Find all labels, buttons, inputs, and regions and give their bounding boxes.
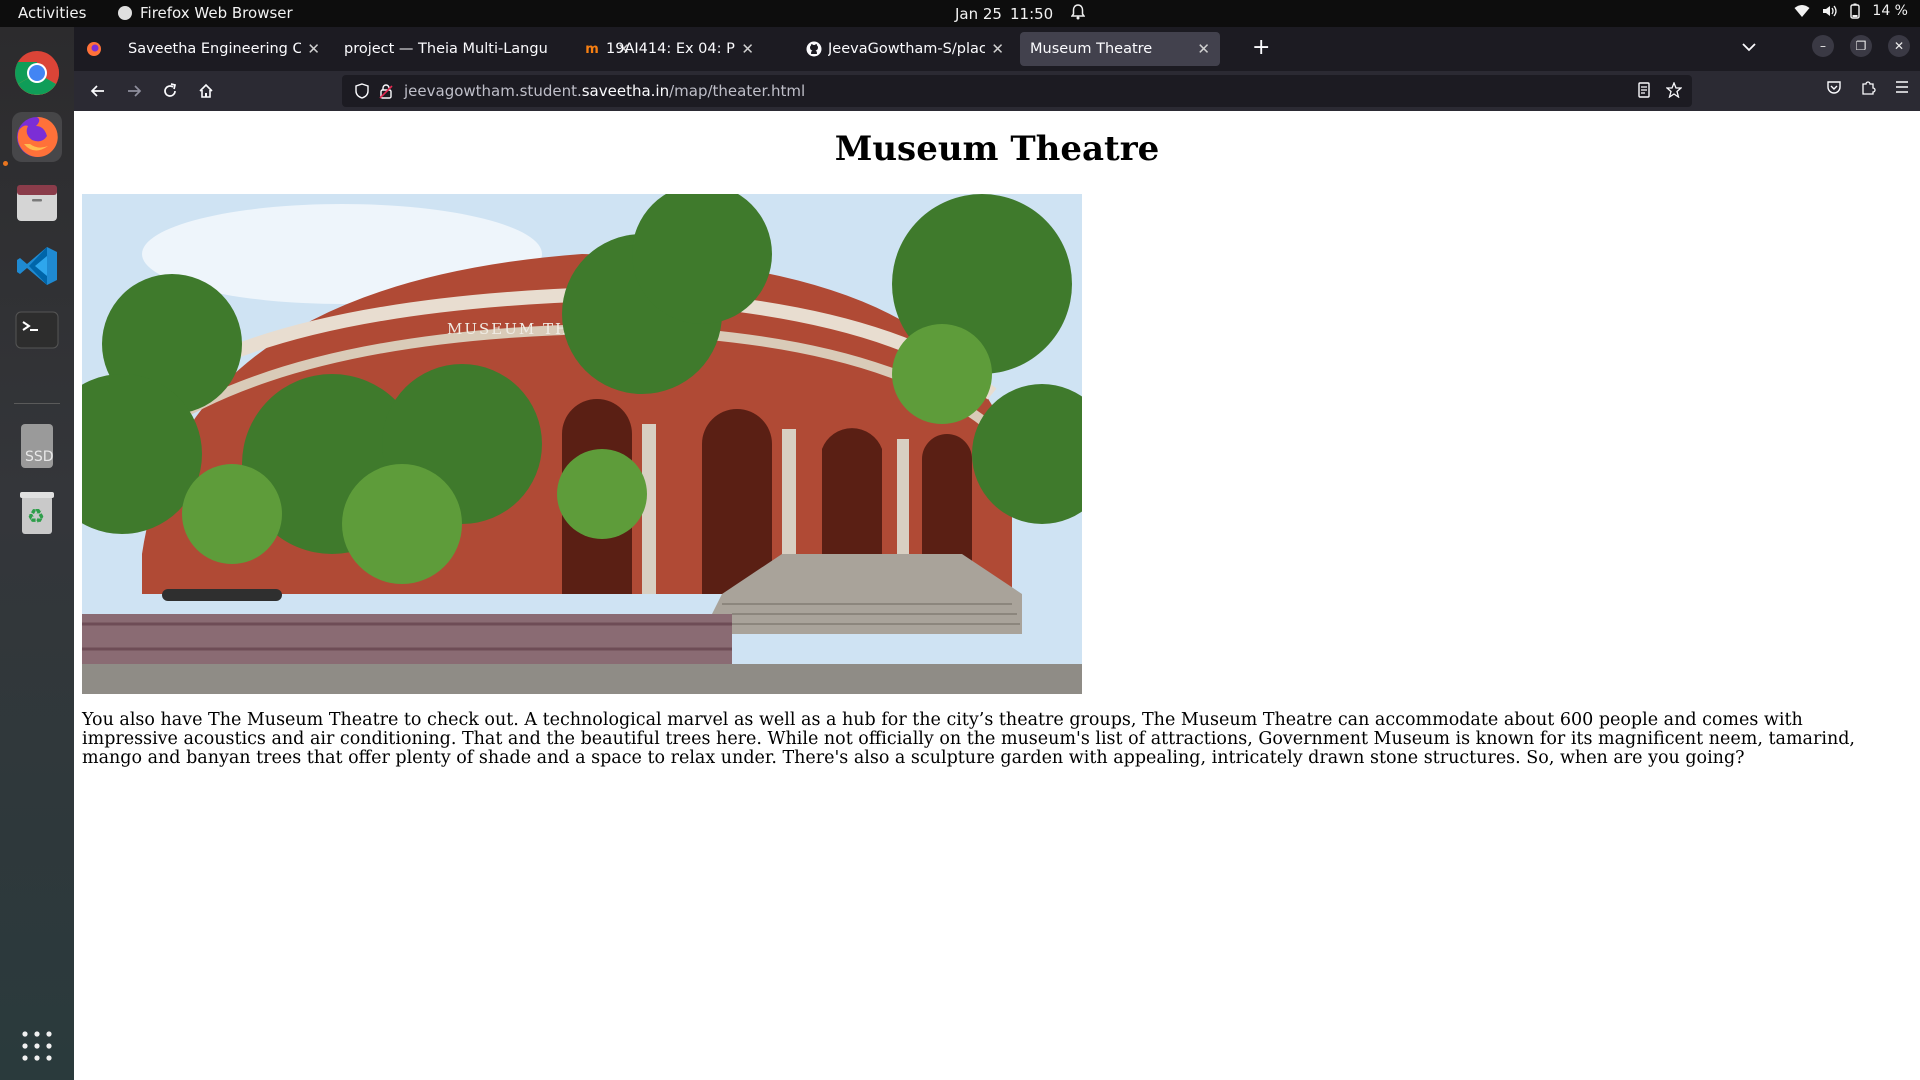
firefox-mini-icon bbox=[118, 6, 132, 20]
battery-percent: 14 % bbox=[1872, 3, 1908, 19]
bookmark-star-icon[interactable] bbox=[1665, 81, 1683, 102]
ssd-icon[interactable]: SSD bbox=[12, 421, 62, 471]
app-menu[interactable]: Firefox Web Browser bbox=[118, 4, 293, 22]
activities-button[interactable]: Activities bbox=[18, 4, 86, 22]
system-top-bar: Activities Firefox Web Browser Jan 25 11… bbox=[0, 0, 1920, 27]
clock-date: Jan 25 bbox=[955, 5, 1002, 23]
shield-icon[interactable] bbox=[350, 83, 374, 99]
firefox-icon[interactable] bbox=[12, 112, 62, 162]
reader-view-icon[interactable] bbox=[1636, 82, 1652, 102]
home-button[interactable] bbox=[194, 79, 218, 103]
chrome-icon[interactable] bbox=[12, 48, 62, 98]
clock-time: 11:50 bbox=[1009, 5, 1054, 23]
back-button[interactable] bbox=[86, 79, 110, 103]
close-icon[interactable]: ✕ bbox=[1197, 40, 1210, 58]
files-icon[interactable] bbox=[12, 178, 62, 228]
tab-saveetha[interactable]: Saveetha Engineering Colleg ✕ bbox=[118, 32, 330, 66]
new-tab-button[interactable]: + bbox=[1252, 35, 1270, 60]
terminal-icon[interactable] bbox=[12, 305, 62, 355]
tab-label: Saveetha Engineering Colleg bbox=[128, 41, 302, 57]
close-icon[interactable]: ✕ bbox=[991, 40, 1004, 58]
extensions-icon[interactable] bbox=[1860, 79, 1876, 99]
tab-museum-theatre[interactable]: Museum Theatre ✕ bbox=[1020, 32, 1220, 66]
system-tray[interactable]: 14 % bbox=[1794, 3, 1908, 19]
url-actions bbox=[1636, 81, 1683, 102]
close-icon[interactable]: ✕ bbox=[741, 40, 754, 58]
tab-label: Museum Theatre bbox=[1030, 41, 1153, 57]
url-text: jeevagowtham.student.saveetha.in/map/the… bbox=[404, 82, 805, 100]
reload-button[interactable] bbox=[158, 79, 182, 103]
firefox-view-icon[interactable] bbox=[86, 41, 102, 61]
url-prefix: jeevagowtham.student. bbox=[404, 82, 582, 100]
tab-bar: Saveetha Engineering Colleg ✕ project — … bbox=[74, 27, 1920, 71]
clock[interactable]: Jan 25 11:50 bbox=[955, 4, 1086, 24]
toolbar-right bbox=[1826, 79, 1910, 99]
address-bar[interactable]: jeevagowtham.student.saveetha.in/map/the… bbox=[342, 75, 1692, 107]
forward-button[interactable] bbox=[122, 79, 146, 103]
tab-github[interactable]: JeevaGowtham-S/places- ✕ bbox=[796, 32, 1014, 66]
bell-icon bbox=[1070, 4, 1086, 24]
page-content: Museum Theatre MUSEUM THEATRE You also h… bbox=[74, 111, 1920, 1080]
museum-theatre-photo: MUSEUM THEATRE bbox=[82, 194, 1082, 694]
url-path: /map/theater.html bbox=[669, 82, 806, 100]
hamburger-menu-icon[interactable] bbox=[1894, 79, 1910, 99]
volume-icon bbox=[1822, 4, 1838, 18]
github-icon bbox=[806, 41, 822, 57]
moodle-icon: m bbox=[585, 41, 599, 57]
tab-label: JeevaGowtham-S/places- bbox=[828, 41, 986, 57]
pocket-icon[interactable] bbox=[1826, 79, 1842, 99]
dock: SSD ♻ bbox=[0, 27, 75, 1080]
lock-icon[interactable] bbox=[374, 83, 398, 99]
tab-label: project — Theia Multi-Langu bbox=[344, 41, 548, 57]
trash-icon[interactable]: ♻ bbox=[12, 488, 62, 538]
tab-label: 19AI414: Ex 04: Places Ar bbox=[606, 41, 735, 57]
page-title: Museum Theatre bbox=[834, 129, 1160, 169]
wifi-icon bbox=[1794, 4, 1810, 18]
close-icon[interactable]: ✕ bbox=[307, 40, 320, 58]
tab-19ai414[interactable]: m 19AI414: Ex 04: Places Ar ✕ bbox=[574, 32, 764, 66]
svg-text:SSD: SSD bbox=[25, 449, 54, 465]
description-paragraph: You also have The Museum Theatre to chec… bbox=[82, 710, 1855, 768]
minimize-button[interactable]: – bbox=[1812, 35, 1834, 57]
battery-icon bbox=[1850, 3, 1861, 19]
list-all-tabs-icon[interactable] bbox=[1742, 37, 1756, 56]
maximize-button[interactable]: ❐ bbox=[1850, 35, 1872, 57]
browser-window: Saveetha Engineering Colleg ✕ project — … bbox=[74, 27, 1920, 1080]
svg-text:♻: ♻ bbox=[27, 504, 45, 528]
app-name: Firefox Web Browser bbox=[140, 4, 293, 22]
close-window-button[interactable]: ✕ bbox=[1888, 35, 1910, 57]
app-grid-icon[interactable] bbox=[12, 1021, 62, 1071]
navigation-toolbar: jeevagowtham.student.saveetha.in/map/the… bbox=[74, 71, 1920, 111]
dock-separator bbox=[14, 403, 60, 404]
url-host: saveetha.in bbox=[581, 82, 670, 100]
window-controls: – ❐ ✕ bbox=[1742, 35, 1910, 57]
vscode-icon[interactable] bbox=[12, 241, 62, 291]
running-indicator bbox=[3, 161, 8, 166]
